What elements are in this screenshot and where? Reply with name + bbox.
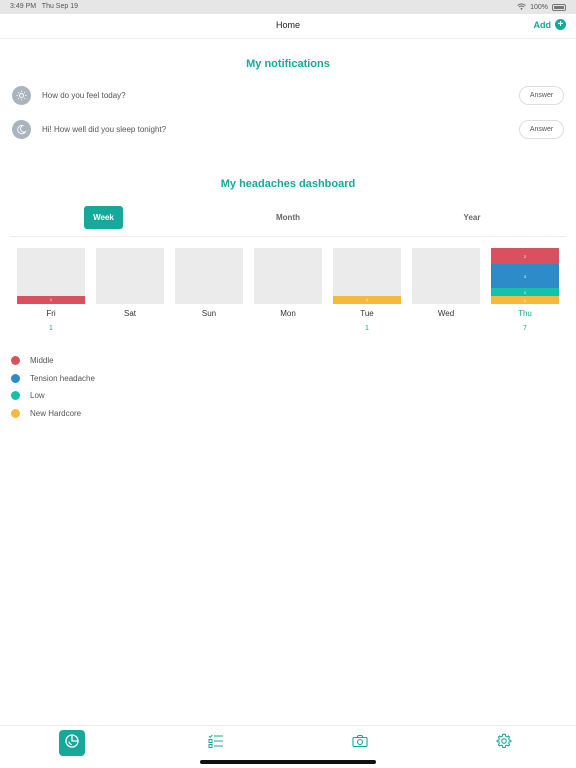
day-count: 1 [49,325,53,332]
checklist-icon [208,734,224,753]
day-label: Thu [518,309,532,318]
status-indicators: 100% [517,3,566,12]
notification-item: Hi! How well did you sleep tonight? Answ… [12,120,564,140]
legend-item: Low [11,387,95,405]
gear-icon [496,733,512,754]
tab-week[interactable]: Week [84,206,123,229]
notifications-title: My notifications [246,58,330,70]
answer-button[interactable]: Answer [519,120,564,139]
wifi-icon [517,3,526,12]
add-label: Add [533,19,552,30]
battery-percent: 100% [530,4,548,11]
status-bar: 3:49 PM Thu Sep 19 100% [0,0,576,14]
home-indicator [200,760,376,764]
legend-dot [11,391,20,401]
day-count: 1 [365,325,369,332]
tab-dashboard[interactable] [59,730,85,756]
moon-icon [12,120,31,139]
chart-legend: Middle Tension headache Low New Hardcore [11,352,95,422]
legend-label: Tension headache [30,373,95,383]
plus-circle-icon: + [555,19,566,30]
tabs-divider [10,236,566,237]
bar-background [96,248,164,304]
bar-background [412,248,480,304]
legend-dot [11,373,20,383]
day-label: Wed [437,309,455,318]
day-label: Tue [360,309,374,318]
notification-item: How do you feel today? Answer [12,86,564,106]
nav-bar: Home Add + [0,14,576,39]
tab-settings[interactable] [491,730,517,756]
legend-dot [11,356,20,366]
legend-label: Low [30,391,45,401]
notification-text: Hi! How well did you sleep tonight? [42,125,167,134]
headaches-bar-chart: 1 Fri 1 Sat Sun Mon 1 Tue 1 Wed 1 1 3 2 Thu 7 [0,248,576,338]
bar-background: 1 [333,248,401,304]
bar-segment[interactable]: 1 [333,295,401,304]
dashboard-icon [64,733,80,754]
legend-item: Tension headache [11,370,95,388]
day-label: Sat [123,309,136,318]
day-count: 7 [523,325,527,332]
legend-item: Middle [11,352,95,370]
legend-label: New Hardcore [30,408,82,418]
status-date: Thu Sep 19 [41,3,78,10]
bar-background [254,248,322,304]
status-time: 3:49 PM [10,3,37,10]
bar-segment[interactable]: 1 [491,288,559,296]
legend-label: Middle [30,356,54,366]
bar-segment[interactable]: 3 [491,264,559,288]
notification-text: How do you feel today? [42,91,126,100]
answer-button[interactable]: Answer [519,86,564,105]
day-label: Mon [280,309,296,318]
legend-dot [11,408,20,418]
page-title: Home [275,20,300,30]
day-label: Fri [46,309,56,318]
bar-segment[interactable]: 1 [491,296,559,304]
day-label: Sun [201,309,217,318]
tab-bar [0,725,576,757]
dashboard-title: My headaches dashboard [220,178,356,190]
camera-icon [352,734,368,753]
bar-background: 1132 [491,248,559,304]
tab-month[interactable]: Month [268,206,308,229]
sun-icon [12,86,31,105]
bar-segment[interactable]: 1 [17,295,85,304]
battery-icon [552,4,566,11]
legend-item: New Hardcore [11,405,95,423]
tab-camera[interactable] [347,730,373,756]
period-tabs: Week Month Year [0,206,576,230]
status-time-date: 3:49 PM Thu Sep 19 [10,3,78,10]
bar-segment[interactable]: 2 [491,248,559,264]
bar-background [175,248,243,304]
add-button[interactable]: Add + [533,19,566,30]
tab-checklist[interactable] [203,730,229,756]
bar-background: 1 [17,248,85,304]
tab-year[interactable]: Year [454,206,490,229]
